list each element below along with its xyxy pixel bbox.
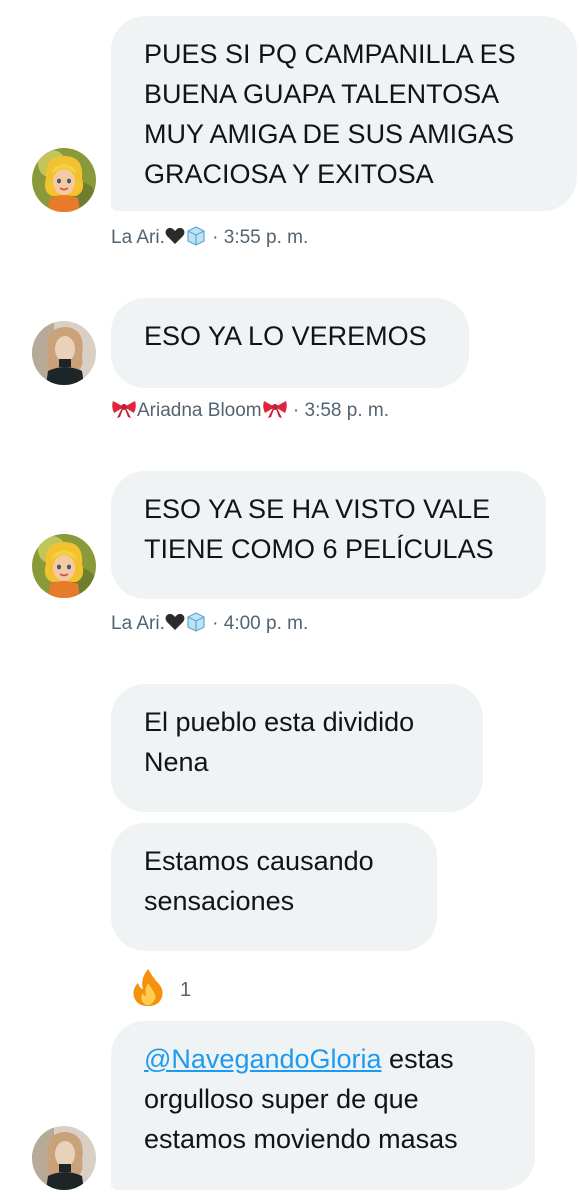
ice-cube-icon bbox=[185, 611, 207, 633]
message-text: Estamos causando sensaciones bbox=[144, 846, 374, 916]
meta-separator: · bbox=[212, 227, 219, 248]
message-text: El pueblo esta dividido Nena bbox=[144, 707, 415, 777]
sender-name[interactable]: La Ari. bbox=[111, 613, 165, 634]
avatar-la-ari[interactable] bbox=[32, 534, 96, 598]
black-heart-icon bbox=[165, 613, 185, 631]
message-bubble[interactable]: El pueblo esta dividido Nena bbox=[111, 684, 483, 812]
message-bubble[interactable]: PUES SI PQ CAMPANILLA ES BUENA GUAPA TAL… bbox=[111, 16, 577, 211]
black-heart-icon bbox=[165, 227, 185, 245]
message-text: ESO YA SE HA VISTO VALE TIENE COMO 6 PEL… bbox=[144, 494, 494, 564]
mention-link[interactable]: @NavegandoGloria bbox=[144, 1044, 382, 1074]
fire-icon bbox=[130, 967, 166, 1013]
avatar-photo-image bbox=[32, 1126, 96, 1190]
message-time: 3:55 p. m. bbox=[223, 227, 309, 248]
ice-cube-icon bbox=[185, 225, 207, 247]
message-bubble[interactable]: ESO YA SE HA VISTO VALE TIENE COMO 6 PEL… bbox=[111, 471, 546, 599]
avatar-la-ari[interactable] bbox=[32, 148, 96, 212]
message-bubble[interactable]: ESO YA LO VEREMOS bbox=[111, 298, 469, 388]
message-bubble[interactable]: Estamos causando sensaciones bbox=[111, 823, 437, 951]
ribbon-icon bbox=[262, 399, 288, 419]
avatar-cartoon-image bbox=[32, 148, 96, 212]
message-text: PUES SI PQ CAMPANILLA ES BUENA GUAPA TAL… bbox=[144, 39, 516, 189]
avatar-ariadna-bloom[interactable] bbox=[32, 1126, 96, 1190]
message-meta: Ariadna Bloom · 3:58 p. m. bbox=[111, 399, 389, 423]
reaction-badge[interactable]: 1 bbox=[130, 967, 192, 1013]
sender-name[interactable]: Ariadna Bloom bbox=[137, 400, 262, 421]
message-time: 4:00 p. m. bbox=[223, 613, 309, 634]
avatar-ariadna-bloom[interactable] bbox=[32, 321, 96, 385]
sender-name[interactable]: La Ari. bbox=[111, 227, 165, 248]
reaction-count: 1 bbox=[180, 978, 192, 1001]
avatar-cartoon-image bbox=[32, 534, 96, 598]
message-meta: La Ari. · 4:00 p. m. bbox=[111, 611, 308, 636]
meta-separator: · bbox=[212, 613, 219, 634]
message-meta: La Ari. · 3:55 p. m. bbox=[111, 225, 308, 250]
avatar-photo-image bbox=[32, 321, 96, 385]
message-bubble[interactable]: @NavegandoGloria estas orgulloso super d… bbox=[111, 1021, 535, 1190]
message-time: 3:58 p. m. bbox=[304, 400, 390, 421]
ribbon-icon bbox=[111, 399, 137, 419]
message-text: ESO YA LO VEREMOS bbox=[144, 321, 427, 351]
meta-separator: · bbox=[292, 400, 300, 421]
